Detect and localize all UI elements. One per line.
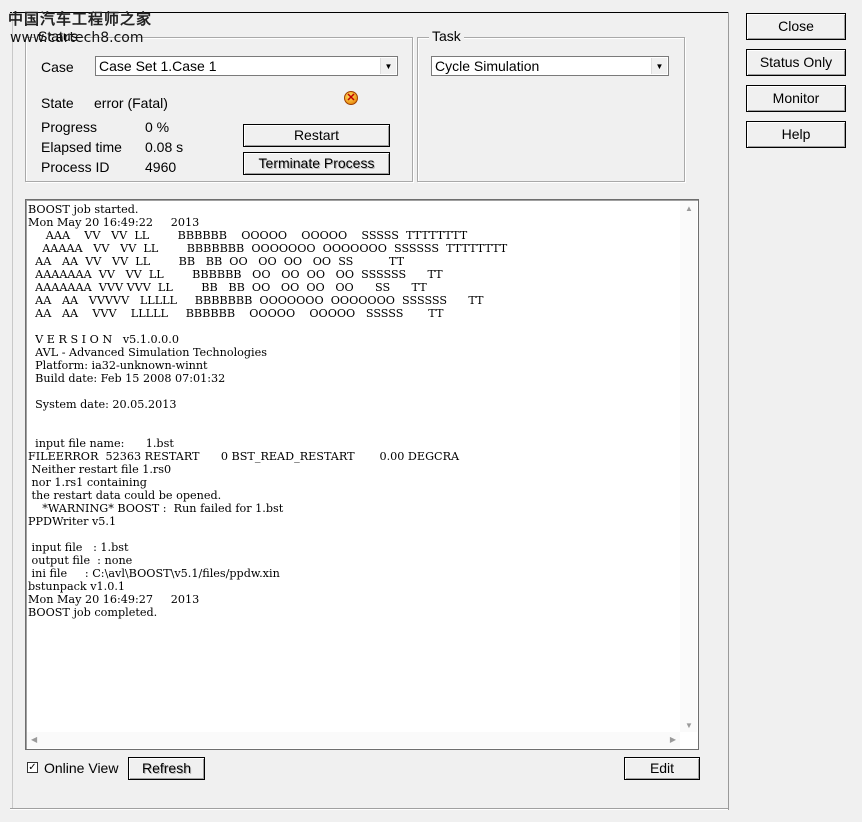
error-x-icon: ✕ xyxy=(344,91,358,105)
elapsed-time-value: 0.08 s xyxy=(145,139,184,155)
panel-right-border xyxy=(728,12,729,810)
case-select[interactable]: Case Set 1.Case 1 ▼ xyxy=(95,56,398,76)
scroll-left-icon[interactable]: ◀ xyxy=(31,735,37,744)
log-output[interactable]: BOOST job started. Mon May 20 16:49:22 2… xyxy=(25,199,699,750)
online-view-checkbox[interactable]: ✓ xyxy=(27,762,38,773)
panel-left-border xyxy=(12,12,13,808)
horizontal-scrollbar[interactable]: ◀ ▶ xyxy=(27,732,680,748)
progress-value: 0 % xyxy=(145,119,170,135)
chevron-down-icon[interactable]: ▼ xyxy=(651,58,667,74)
online-view-label: Online View xyxy=(44,760,119,776)
state-value: error (Fatal) xyxy=(94,95,168,111)
task-select-value: Cycle Simulation xyxy=(435,58,540,74)
log-text: BOOST job started. Mon May 20 16:49:22 2… xyxy=(28,203,508,619)
help-button[interactable]: Help xyxy=(746,121,846,148)
process-id-value: 4960 xyxy=(145,159,177,175)
chevron-down-icon[interactable]: ▼ xyxy=(380,58,396,74)
task-group-title: Task xyxy=(429,28,464,44)
scroll-right-icon[interactable]: ▶ xyxy=(670,735,676,744)
terminate-process-button[interactable]: Terminate Process xyxy=(243,152,390,175)
restart-button[interactable]: Restart xyxy=(243,124,390,147)
vertical-scrollbar[interactable]: ▲ ▼ xyxy=(680,201,697,732)
monitor-button[interactable]: Monitor xyxy=(746,85,846,112)
refresh-button[interactable]: Refresh xyxy=(128,757,205,780)
process-id-label: Process ID xyxy=(41,159,110,175)
scroll-up-icon[interactable]: ▲ xyxy=(685,204,693,213)
scroll-down-icon[interactable]: ▼ xyxy=(685,721,693,730)
watermark-title: 中国汽车工程师之家 xyxy=(8,10,153,28)
edit-button[interactable]: Edit xyxy=(624,757,700,780)
panel-bottom-border xyxy=(10,808,728,810)
status-only-button[interactable]: Status Only xyxy=(746,49,846,76)
case-select-value: Case Set 1.Case 1 xyxy=(99,58,217,74)
task-select[interactable]: Cycle Simulation ▼ xyxy=(431,56,669,76)
progress-label: Progress xyxy=(41,119,98,135)
elapsed-time-label: Elapsed time xyxy=(41,139,122,155)
close-button[interactable]: Close xyxy=(746,13,846,40)
state-label: State xyxy=(41,95,74,111)
watermark-url: www.cartech8.com xyxy=(10,30,144,46)
case-label: Case xyxy=(41,59,74,75)
